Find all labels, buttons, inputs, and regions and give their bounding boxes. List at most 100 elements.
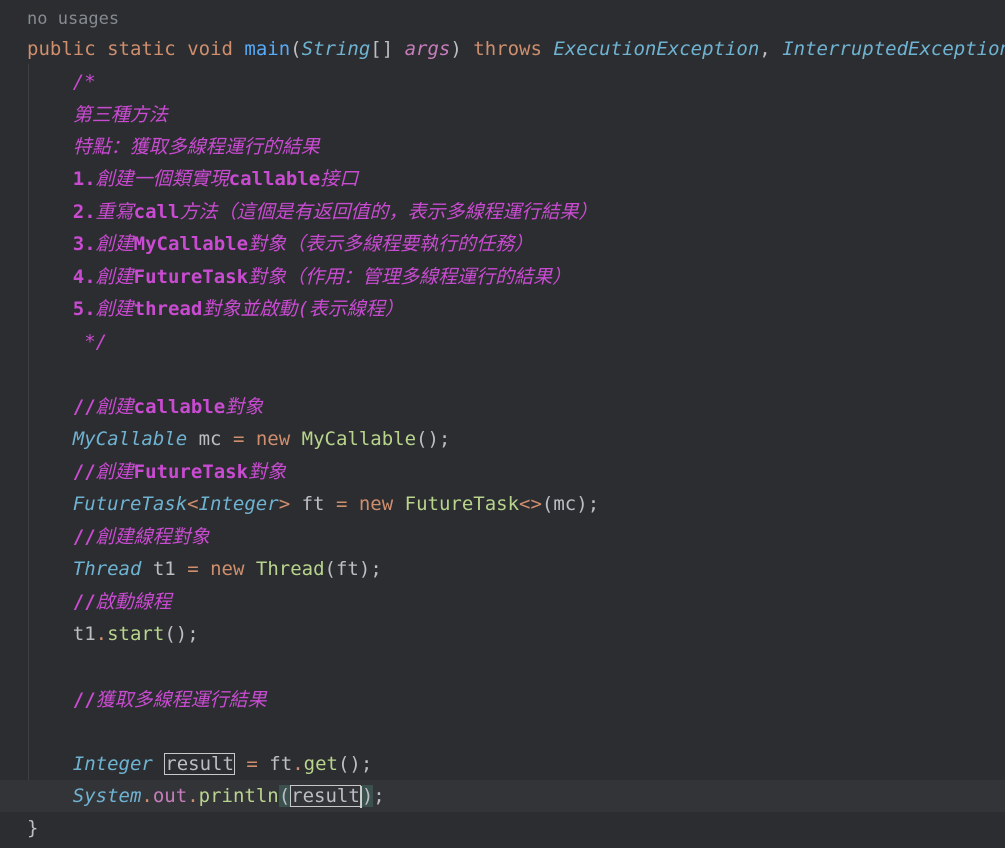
code-line-comment[interactable]: //創建FutureTask對象 <box>0 456 1005 488</box>
code-line-comment[interactable]: 第三種方法 <box>0 99 1005 131</box>
keyword-new: new <box>210 558 245 580</box>
comment-code: callable <box>228 168 321 190</box>
variable-t1[interactable]: t1 <box>153 558 176 580</box>
comment-text: 創建一個類實現 <box>95 168 229 190</box>
keyword-new: new <box>255 428 291 450</box>
comment-text: 創建 <box>95 396 134 418</box>
dot-operator: . <box>187 785 199 807</box>
constructor-thread[interactable]: Thread <box>256 558 325 580</box>
comma: , <box>759 38 771 60</box>
variable-ft[interactable]: ft <box>269 753 292 775</box>
comment-text: 特點：獲取多線程運行的結果 <box>72 136 320 158</box>
comment-code: thread <box>133 298 203 320</box>
line-comment-slashes: // <box>72 396 96 418</box>
method-name-main[interactable]: main <box>244 38 290 60</box>
code-line-signature[interactable]: public static void main(String[] args) t… <box>0 33 1005 65</box>
code-line-statement[interactable]: MyCallable mc = new MyCallable(); <box>0 423 1005 455</box>
keyword-throws: throws <box>473 38 542 60</box>
comment-text: 獲取多線程運行結果 <box>95 689 267 711</box>
keyword-new: new <box>358 493 394 515</box>
punctuation: (); <box>337 753 373 775</box>
code-line-statement[interactable]: t1.start(); <box>0 618 1005 650</box>
variable-mc[interactable]: mc <box>199 428 222 450</box>
paren-close-matched: ) <box>361 785 374 807</box>
paren-open: ( <box>290 38 302 60</box>
variable-ft[interactable]: ft <box>302 493 325 515</box>
paren-open-matched: ( <box>278 785 291 807</box>
code-line-statement[interactable]: Thread t1 = new Thread(ft); <box>0 553 1005 585</box>
comment-code: FutureTask <box>133 461 249 483</box>
code-line-comment-step[interactable]: 4.創建FutureTask對象（作用：管理多線程運行的結果） <box>0 261 1005 293</box>
line-comment-slashes: // <box>72 526 96 548</box>
punctuation: (); <box>164 623 199 645</box>
usage-hint[interactable]: no usages <box>27 9 119 29</box>
keyword-void: void <box>187 38 233 60</box>
generic-close: > <box>278 493 291 515</box>
semicolon: ; <box>373 785 385 807</box>
comment-text: 接口 <box>320 168 359 190</box>
code-line-comment-close[interactable]: */ <box>0 326 1005 358</box>
comment-text: 第三種方法 <box>72 104 168 126</box>
code-line-comment-step[interactable]: 1.創建一個類實現callable接口 <box>0 163 1005 195</box>
constructor-mycallable[interactable]: MyCallable <box>302 428 416 450</box>
dot-operator: . <box>95 623 108 645</box>
comment-text: 對象（作用：管理多線程運行的結果） <box>248 266 572 288</box>
line-comment-slashes: // <box>72 689 96 711</box>
constructor-futuretask[interactable]: FutureTask <box>405 493 519 515</box>
paren-open: ( <box>541 493 554 515</box>
exception-execution[interactable]: ExecutionException <box>553 38 759 60</box>
comment-text: 創建 <box>95 266 134 288</box>
operator-assign: = <box>246 753 258 775</box>
comment-code: MyCallable <box>133 233 249 255</box>
field-out[interactable]: out <box>153 785 187 807</box>
code-line-statement[interactable]: FutureTask<Integer> ft = new FutureTask<… <box>0 488 1005 520</box>
line-comment-slashes: // <box>72 461 96 483</box>
code-line-comment-open[interactable]: /* <box>0 66 1005 98</box>
code-line-closing-brace[interactable]: } <box>0 812 1005 844</box>
comment-text: 創建 <box>95 298 134 320</box>
code-line-comment[interactable]: //創建callable對象 <box>0 391 1005 423</box>
code-line-comment-step[interactable]: 3.創建MyCallable對象（表示多線程要執行的任務） <box>0 228 1005 260</box>
comment-text: 方法（這個是有返回值的，表示多線程運行結果） <box>179 201 598 223</box>
method-call-println[interactable]: println <box>199 785 279 807</box>
line-comment-slashes: // <box>72 591 96 613</box>
param-type-string[interactable]: String <box>302 38 371 60</box>
generic-open: < <box>187 493 199 515</box>
argument-ft[interactable]: ft <box>336 558 359 580</box>
exception-interrupted[interactable]: InterruptedException <box>782 38 1005 60</box>
class-system[interactable]: System <box>73 785 142 807</box>
method-call-start[interactable]: start <box>107 623 164 645</box>
method-call-get[interactable]: get <box>304 753 338 775</box>
code-line-comment[interactable]: //獲取多線程運行結果 <box>0 684 1005 716</box>
code-line-statement[interactable]: Integer result = ft.get(); <box>0 748 1005 780</box>
operator-assign: = <box>232 428 245 450</box>
argument-result[interactable]: result <box>290 785 361 807</box>
code-line-comment[interactable]: 特點：獲取多線程運行的結果 <box>0 131 1005 163</box>
punctuation: ); <box>576 493 600 515</box>
comment-text: 對象並啟動(表示線程） <box>202 298 404 320</box>
type-integer[interactable]: Integer <box>199 493 279 515</box>
code-line-comment-step[interactable]: 5.創建thread對象並啟動(表示線程） <box>0 293 1005 325</box>
variable-result-declaration[interactable]: result <box>164 753 235 775</box>
code-line-current[interactable]: System.out.println(result); <box>0 780 1005 812</box>
param-args[interactable]: args <box>405 38 451 60</box>
step-number: 4. <box>72 266 96 288</box>
step-number: 1. <box>72 168 96 190</box>
type-thread[interactable]: Thread <box>73 558 142 580</box>
comment-code: FutureTask <box>133 266 249 288</box>
comment-text: 創建 <box>95 461 134 483</box>
code-line-comment[interactable]: //啟動線程 <box>0 586 1005 618</box>
variable-t1[interactable]: t1 <box>73 623 96 645</box>
paren-close: ) <box>450 38 462 60</box>
argument-mc[interactable]: mc <box>553 493 576 515</box>
type-futuretask[interactable]: FutureTask <box>73 493 187 515</box>
type-integer[interactable]: Integer <box>73 753 153 775</box>
step-number: 3. <box>72 233 96 255</box>
punctuation: (); <box>416 428 451 450</box>
code-line-comment[interactable]: //創建線程對象 <box>0 521 1005 553</box>
dot-operator: . <box>141 785 153 807</box>
type-mycallable[interactable]: MyCallable <box>73 428 187 450</box>
code-line-comment-step[interactable]: 2.重寫call方法（這個是有返回值的，表示多線程運行結果） <box>0 196 1005 228</box>
comment-code: callable <box>133 396 226 418</box>
code-editor[interactable]: no usages public static void main(String… <box>0 0 1005 848</box>
